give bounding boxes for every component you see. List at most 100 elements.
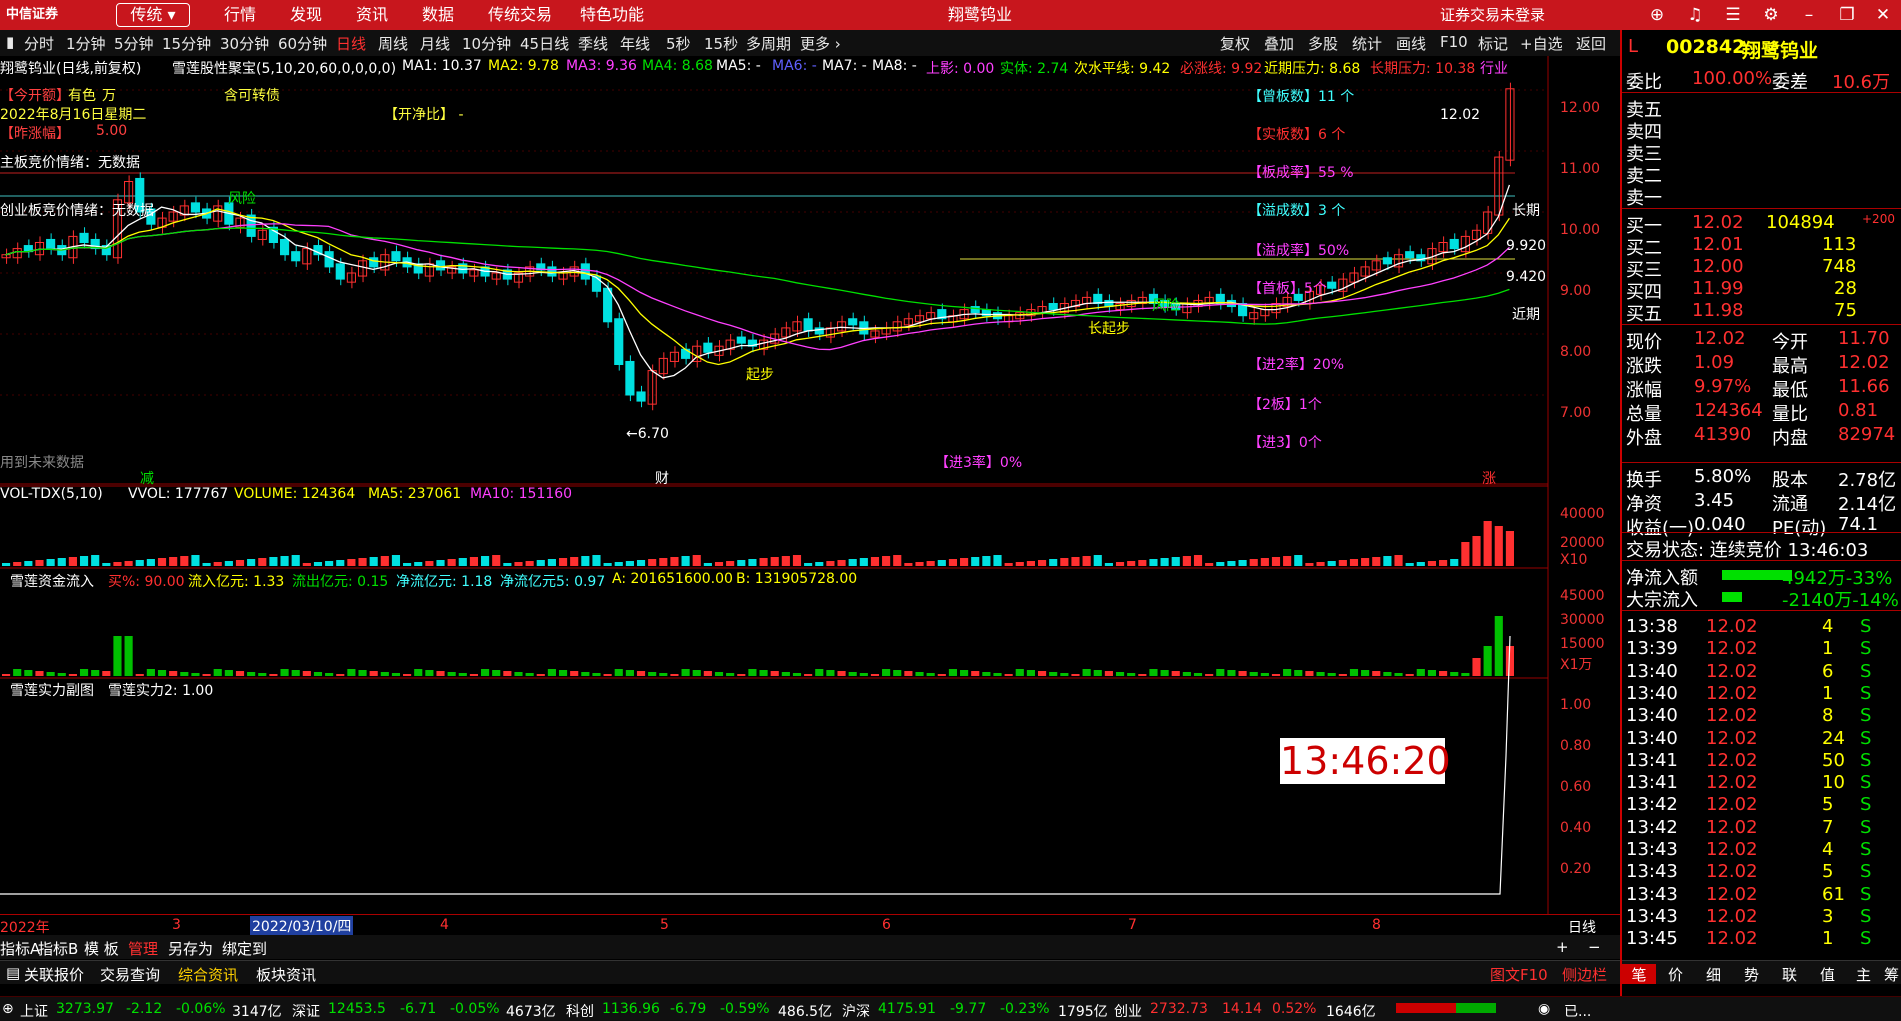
menu-features[interactable]: 特色功能 [580,0,644,30]
side-tab-lian[interactable]: 联 [1782,964,1797,985]
period-15sec[interactable]: 15秒 [704,33,738,54]
gear-icon[interactable]: ⚙ [1760,4,1782,26]
fund-bar [726,673,735,676]
idx-sz-name[interactable]: 深证 [292,1001,320,1021]
tab-f10-info[interactable]: 图文F10 [1490,964,1548,985]
fund-tick-30000: 30000 [1560,612,1605,628]
period-weekly[interactable]: 周线 [378,33,408,54]
vol-tick-40000: 40000 [1560,506,1605,522]
tab-manage[interactable]: 管理 [128,938,158,959]
volume-bar [1149,559,1158,566]
volume-bar [102,563,111,566]
side-tab-zhu[interactable]: 主 [1856,964,1871,985]
vol-volume: VOLUME: 124364 [234,486,356,502]
period-60min[interactable]: 60分钟 [278,33,327,54]
headset-icon[interactable]: ♫ [1684,4,1706,26]
add-watchlist-button[interactable]: +自选 [1520,33,1563,54]
tick-cell: 13:43 [1626,883,1678,905]
back-button[interactable]: 返回 [1576,33,1606,54]
panel-toggle-icon[interactable]: ▤ [6,964,20,982]
side-tab-xi[interactable]: 细 [1706,964,1721,985]
tab-indicator-a[interactable]: 指标A [0,938,40,959]
tab-trade-query[interactable]: 交易查询 [100,964,160,985]
period-multi[interactable]: 多周期 [746,33,791,54]
menu-market[interactable]: 行情 [224,0,256,30]
note-main-board: 主板竞价情绪：无数据 [0,155,140,171]
idx-sz-value: 12453.5 [328,1001,386,1017]
period-5sec[interactable]: 5秒 [666,33,691,54]
period-10min[interactable]: 10分钟 [462,33,511,54]
vol-tick-20000: 20000 [1560,535,1605,551]
side-tab-jia[interactable]: 价 [1668,964,1683,985]
overlay-button[interactable]: 叠加 [1264,33,1294,54]
period-fenshi[interactable]: 分时 [24,33,54,54]
vol-title[interactable]: VOL-TDX(5,10) [0,486,103,502]
fund-bar [2,674,11,676]
fund-title[interactable]: 雪莲资金流入 [10,571,94,591]
candle-body [625,360,635,396]
tab-related-quotes[interactable]: 关联报价 [24,964,84,985]
idx-kc-name[interactable]: 科创 [566,1001,594,1021]
side-tab-zhi[interactable]: 值 [1820,964,1835,985]
tab-indicator-b[interactable]: 指标B [38,938,78,959]
period-yearly[interactable]: 年线 [620,33,650,54]
tab-save-as[interactable]: 另存为 [168,938,213,959]
period-more[interactable]: 更多 › [800,33,841,54]
minimize-icon[interactable]: – [1798,4,1820,26]
mark-button[interactable]: 标记 [1478,33,1508,54]
zoom-out-icon[interactable]: − [1588,938,1601,956]
tick-row: 13:38 12.02 4 S [1622,616,1901,638]
idx-hs-name[interactable]: 沪深 [842,1001,870,1021]
side-tab-bi[interactable]: 笔 [1622,964,1656,984]
broker-icon[interactable]: ⊕ [1646,4,1668,26]
side-tab-chou[interactable]: 筹 [1884,964,1899,985]
period-30min[interactable]: 30分钟 [220,33,269,54]
menu-news[interactable]: 资讯 [356,0,388,30]
period-45day[interactable]: 45日线 [520,33,569,54]
volume-bar [347,559,356,566]
tab-bind-to[interactable]: 绑定到 [222,938,267,959]
period-15min[interactable]: 15分钟 [162,33,211,54]
side-tab-shi[interactable]: 势 [1744,964,1759,985]
mode-dropdown[interactable]: 传统 ▾ [116,3,190,27]
fund-bar [46,672,55,676]
list-icon[interactable]: ☰ [1722,4,1744,26]
volume-bar [68,557,77,566]
idx-kc-amt: 486.5亿 [778,1004,833,1020]
power-title[interactable]: 雪莲实力副图 [10,680,94,700]
restore-icon[interactable]: ❐ [1836,4,1858,26]
candle-body [391,251,401,262]
multi-stock-button[interactable]: 多股 [1308,33,1338,54]
tab-template[interactable]: 模 板 [84,938,119,959]
volume-bar [614,562,623,566]
menu-trade[interactable]: 传统交易 [488,0,552,30]
f10-button[interactable]: F10 [1440,33,1468,51]
tab-sector-news[interactable]: 板块资讯 [256,964,316,985]
draw-button[interactable]: 画线 [1396,33,1426,54]
idx-sh-name[interactable]: 上证 [20,1001,48,1021]
period-monthly[interactable]: 月线 [420,33,450,54]
menu-discover[interactable]: 发现 [290,0,322,30]
tick-row: 13:41 12.02 50 S [1622,750,1901,772]
fund-bar [792,673,802,676]
fund-outflow: 流出亿元: 0.15 [292,574,389,590]
zoom-in-icon[interactable]: + [1556,938,1569,956]
login-status[interactable]: 证券交易未登录 [1440,0,1545,30]
close-icon[interactable]: ✕ [1872,4,1894,26]
fund-bar [659,673,668,676]
indicator-tabbar: 指标A 指标B 模 板 管理 另存为 绑定到 + − [0,935,1620,959]
period-daily[interactable]: 日线 [336,33,366,54]
tab-sidebar[interactable]: 侧边栏 [1562,964,1607,985]
volume-bar [358,558,367,566]
fund-bar [157,670,167,676]
volume-bar [525,561,534,566]
tab-general-news[interactable]: 综合资讯 [178,964,238,985]
period-1min[interactable]: 1分钟 [66,33,106,54]
volume-bar [1450,559,1459,566]
fuquan-button[interactable]: 复权 [1220,33,1250,54]
stats-button[interactable]: 统计 [1352,33,1382,54]
period-quarter[interactable]: 季线 [578,33,608,54]
idx-cy-name[interactable]: 创业 [1114,1001,1142,1021]
period-5min[interactable]: 5分钟 [114,33,154,54]
menu-data[interactable]: 数据 [422,0,454,30]
